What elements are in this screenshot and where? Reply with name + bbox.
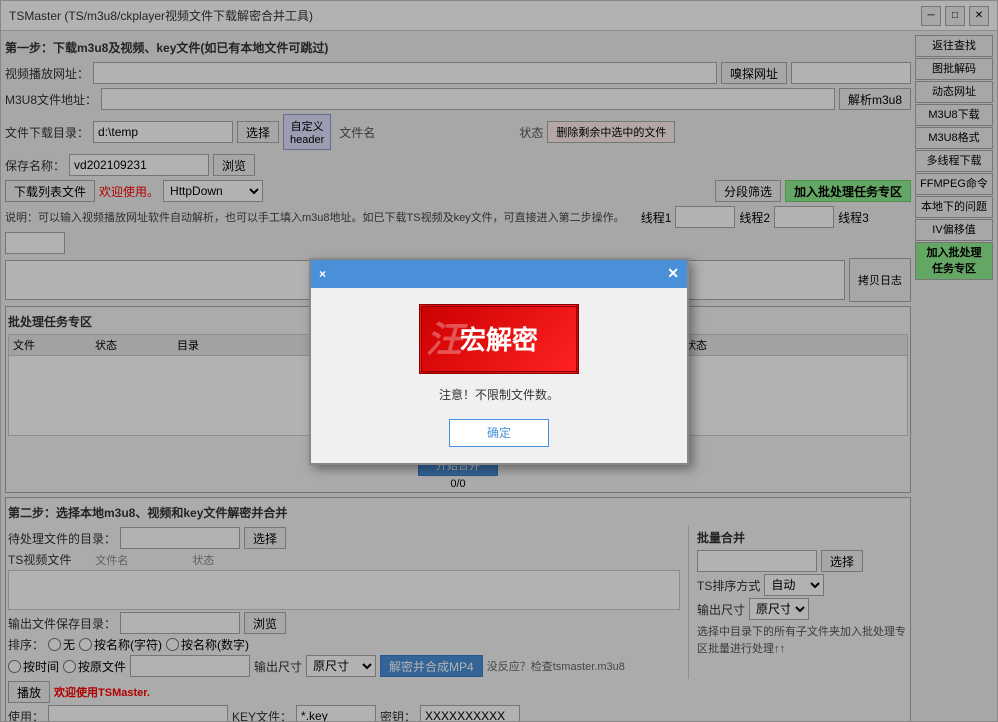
modal-body: 汪 宏解密 注意！不限制文件数。 确定 xyxy=(311,288,687,463)
modal-title: × xyxy=(319,267,326,281)
modal-logo-text: 宏解密 xyxy=(460,320,538,357)
modal-logo: 汪 宏解密 xyxy=(419,304,579,374)
modal-overlay: × ✕ 汪 宏解密 注意！不限制文件数。 确定 xyxy=(1,1,997,721)
modal-close-button[interactable]: ✕ xyxy=(667,265,679,282)
modal-ok-button[interactable]: 确定 xyxy=(449,419,549,447)
modal-message: 注意！不限制文件数。 xyxy=(439,386,559,403)
modal-dialog: × ✕ 汪 宏解密 注意！不限制文件数。 确定 xyxy=(309,258,689,465)
modal-titlebar: × ✕ xyxy=(311,260,687,288)
